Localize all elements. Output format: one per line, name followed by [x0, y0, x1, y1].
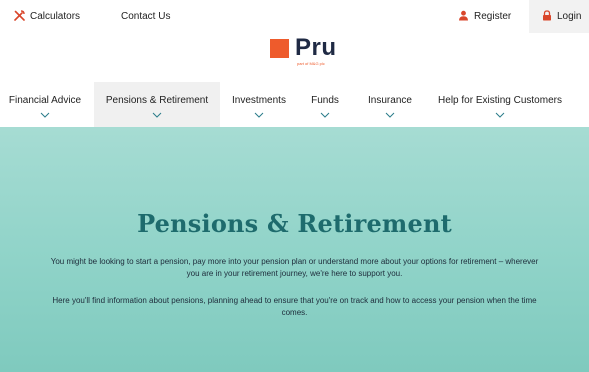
chevron-down-icon	[152, 112, 162, 118]
calculators-link[interactable]: Calculators	[14, 0, 80, 33]
contact-us-label: Contact Us	[121, 11, 171, 22]
pru-logo[interactable]: Pru part of M&G plc	[270, 36, 337, 66]
lock-icon	[542, 9, 552, 24]
nav-item-pensions-retirement[interactable]: Pensions & Retirement	[94, 82, 220, 127]
register-label: Register	[474, 11, 512, 22]
page-title: Pensions & Retirement	[137, 209, 452, 238]
hero-intro-paragraph: You might be looking to start a pension,…	[50, 257, 539, 278]
login-label: Login	[557, 11, 582, 22]
nav-item-label: Pensions & Retirement	[105, 95, 209, 106]
utility-bar: Calculators Contact Us Register Login	[0, 0, 589, 33]
chevron-down-icon	[495, 112, 505, 118]
logo-square-icon	[270, 39, 289, 58]
user-icon	[458, 10, 469, 24]
contact-us-link[interactable]: Contact Us	[121, 0, 170, 33]
logo-subtitle: part of M&G plc	[297, 61, 325, 66]
nav-item-label: Investments	[232, 95, 286, 106]
nav-item-label: Funds	[311, 95, 339, 106]
calculators-label: Calculators	[30, 11, 81, 22]
chevron-down-icon	[320, 112, 330, 118]
hero-banner: Pensions & Retirement You might be looki…	[0, 127, 589, 372]
chevron-down-icon	[385, 112, 395, 118]
nav-item-insurance[interactable]: Insurance	[360, 82, 420, 127]
nav-item-help-existing-customers[interactable]: Help for Existing Customers	[420, 82, 580, 127]
hero-info-paragraph: Here you'll find information about pensi…	[52, 296, 537, 317]
chevron-down-icon	[40, 112, 50, 118]
nav-item-label: Help for Existing Customers	[438, 95, 562, 106]
nav-item-label: Financial Advice	[8, 95, 82, 106]
register-link[interactable]: Register	[458, 0, 511, 33]
nav-item-label: Insurance	[368, 95, 412, 106]
nav-item-financial-advice[interactable]: Financial Advice	[0, 82, 90, 127]
chevron-down-icon	[254, 112, 264, 118]
nav-item-investments[interactable]: Investments	[224, 82, 294, 127]
page: Calculators Contact Us Register Login Pr…	[0, 0, 589, 372]
login-link[interactable]: Login	[534, 0, 589, 33]
logo-wordmark: Pru	[295, 34, 337, 61]
nav-item-funds[interactable]: Funds	[300, 82, 350, 127]
main-navigation: Financial Advice Pensions & Retirement I…	[0, 82, 589, 127]
calculator-tools-icon	[14, 9, 25, 24]
